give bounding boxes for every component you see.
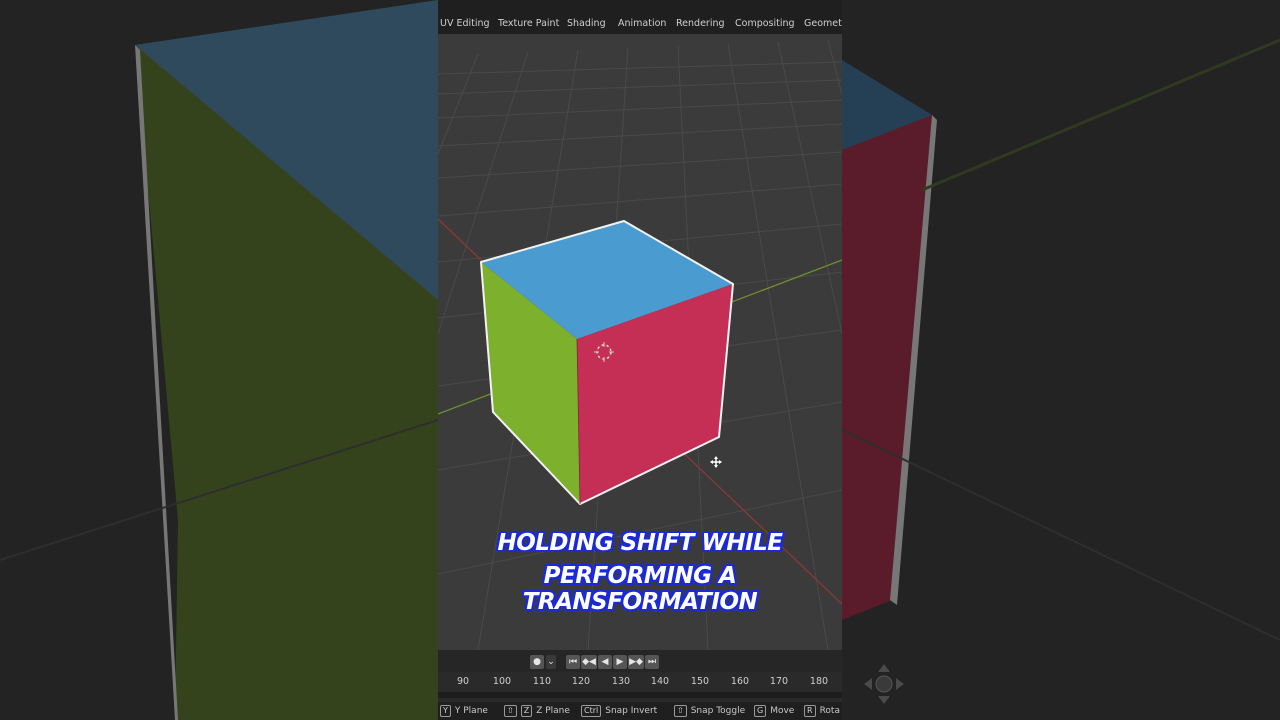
- key-hint: R: [804, 705, 816, 717]
- status-snap-toggle: ⇧ Snap Toggle: [674, 705, 745, 717]
- caption-line-1: HOLDING SHIFT WHILE: [497, 530, 783, 556]
- status-label: Z Plane: [536, 706, 570, 716]
- jump-to-end-button[interactable]: ⏭: [645, 655, 659, 669]
- status-y-plane: YY Plane: [440, 705, 488, 717]
- status-label: Snap Toggle: [690, 706, 746, 716]
- status-z-plane: ⇧ Z Z Plane: [504, 705, 570, 717]
- tab-geometry-nodes[interactable]: Geometr: [804, 0, 842, 34]
- play-button[interactable]: ▶: [613, 655, 627, 669]
- key-hint: ⇧: [504, 705, 517, 717]
- navigation-gizmo-icon: [864, 664, 904, 704]
- status-label: Y Plane: [454, 706, 488, 716]
- key-hint: ⇧: [674, 705, 687, 717]
- viewport-scene: [438, 39, 842, 651]
- play-reverse-button[interactable]: ◀: [598, 655, 612, 669]
- timeline-scrubber[interactable]: [438, 692, 842, 698]
- jump-to-start-button[interactable]: ⏮: [566, 655, 580, 669]
- frame-label: 120: [571, 676, 591, 687]
- key-hint: Z: [520, 705, 533, 717]
- background-left-blur: [0, 0, 438, 720]
- status-label: Snap Invert: [605, 706, 658, 716]
- frame-label: 110: [532, 676, 552, 687]
- tab-animation[interactable]: Animation: [618, 0, 666, 34]
- background-right-blur: [842, 0, 1280, 720]
- record-button[interactable]: ●: [530, 655, 544, 669]
- 3d-viewport[interactable]: [438, 34, 842, 651]
- prev-keyframe-button[interactable]: ◆◀: [581, 655, 597, 669]
- tab-shading[interactable]: Shading: [567, 0, 606, 34]
- frame-label: 150: [690, 676, 710, 687]
- frame-label: 100: [492, 676, 512, 687]
- frame-label: 140: [650, 676, 670, 687]
- caption-line-2: PERFORMING A TRANSFORMATION: [522, 563, 758, 615]
- tab-compositing[interactable]: Compositing: [735, 0, 795, 34]
- timeline-panel: ● ⌄ ⏮ ◆◀ ◀ ▶ ▶◆ ⏭ 90 100 110 120 130 140…: [438, 650, 842, 720]
- record-options-icon[interactable]: ⌄: [546, 655, 556, 669]
- blender-window: UV Editing Texture Paint Shading Animati…: [438, 0, 842, 720]
- frame-label: 130: [611, 676, 631, 687]
- cube-object[interactable]: [480, 220, 734, 505]
- key-hint: G: [754, 705, 767, 717]
- frame-label: 90: [456, 676, 470, 687]
- status-bar: YY Plane ⇧ Z Z Plane Ctrl Snap Invert ⇧ Snap…: [438, 702, 842, 720]
- next-keyframe-button[interactable]: ▶◆: [628, 655, 644, 669]
- frame-label: 160: [730, 676, 750, 687]
- tab-texture-paint[interactable]: Texture Paint: [498, 0, 559, 34]
- blurred-cube-left: [0, 0, 438, 720]
- frame-label: 180: [809, 676, 829, 687]
- workspace-tabs-bar: UV Editing Texture Paint Shading Animati…: [438, 0, 842, 34]
- key-hint: Y: [440, 705, 451, 717]
- status-snap-invert: Ctrl Snap Invert: [581, 705, 657, 717]
- playback-controls: ● ⌄ ⏮ ◆◀ ◀ ▶ ▶◆ ⏭: [438, 650, 842, 672]
- tab-rendering[interactable]: Rendering: [676, 0, 725, 34]
- tab-uv-editing[interactable]: UV Editing: [440, 0, 490, 34]
- blurred-cube-right: [842, 38, 1280, 641]
- status-label: Rota: [819, 706, 840, 716]
- status-rotate: R Rota: [804, 705, 840, 717]
- status-move: G Move: [754, 705, 794, 717]
- key-hint: Ctrl: [581, 705, 602, 717]
- move-cursor-icon: [710, 456, 722, 468]
- status-label: Move: [770, 706, 795, 716]
- frame-label: 170: [769, 676, 789, 687]
- frame-ruler[interactable]: 90 100 110 120 130 140 150 160 170 180: [438, 674, 842, 692]
